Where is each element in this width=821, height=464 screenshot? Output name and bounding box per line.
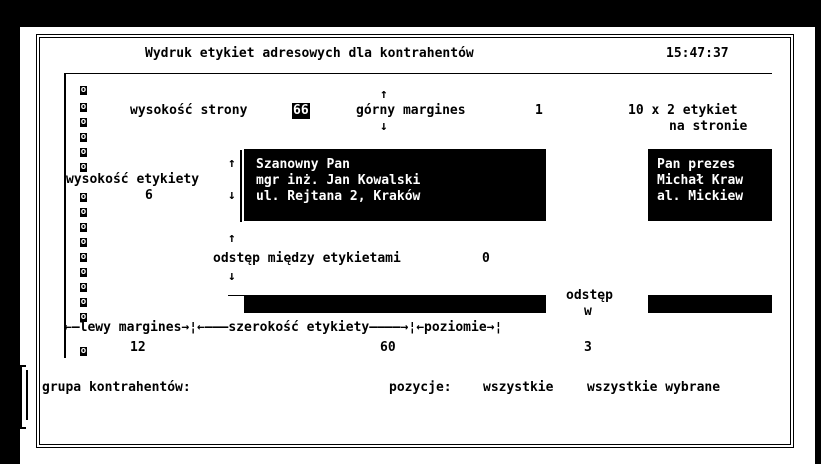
feed-pin: o (80, 102, 87, 112)
label-1-line-1: Szanowny Pan (256, 157, 350, 172)
feed-pin: o (80, 132, 87, 142)
feed-pin: o (80, 222, 87, 232)
label-preview-1: Szanowny Pan mgr inż. Jan Kowalski ul. R… (244, 149, 546, 221)
label-height-bracket (240, 150, 242, 222)
ruler-dimensions: ←—lewy margines→¦←———szerokość etykiety—… (64, 320, 503, 335)
page-height-input[interactable]: 66 (292, 103, 310, 119)
label-preview-3 (244, 295, 546, 313)
horizontal-spacing-input[interactable]: 3 (584, 340, 592, 356)
feed-pin: o (80, 207, 87, 217)
left-margin-input[interactable]: 12 (130, 340, 146, 356)
label-1-line-2: mgr inż. Jan Kowalski (256, 173, 421, 188)
feed-pin: o (80, 192, 87, 202)
top-margin-arrow-down: ↓ (380, 119, 388, 134)
label-2-line-2: Michał Kraw (657, 173, 744, 188)
feed-pin: o (80, 117, 87, 127)
vertical-spacing-arrow-down: ↓ (228, 269, 236, 284)
next-row-left-edge (228, 295, 244, 296)
horizontal-spacing-line2: w (584, 304, 592, 319)
horizontal-spacing-line1: odstęp (566, 288, 613, 303)
window-edge-marker-inner (26, 370, 28, 420)
vertical-spacing-arrow-up: ↑ (228, 231, 236, 246)
page-height-label: wysokość strony (130, 103, 248, 118)
top-margin-arrow-up: ↑ (380, 87, 388, 102)
preview-top-edge (64, 73, 772, 74)
label-height-arrow-up: ↑ (228, 156, 236, 171)
feed-pin: o (80, 147, 87, 157)
option-all[interactable]: wszystkie (483, 380, 553, 396)
label-preview-2: Pan prezes Michał Kraw al. Mickiew (648, 149, 772, 221)
feed-pin: o (80, 237, 87, 247)
items-label: pozycje: (389, 380, 452, 395)
vertical-spacing-input[interactable]: 0 (482, 251, 490, 267)
labels-per-page-line2: na stronie (669, 119, 748, 134)
feed-pin: o (80, 297, 87, 307)
label-width-input[interactable]: 60 (380, 340, 396, 356)
preview-left-edge (64, 73, 66, 358)
label-height-label: wysokość etykiety (66, 172, 200, 187)
label-preview-4 (648, 295, 772, 313)
feed-pin: o (80, 252, 87, 262)
clock-time: 15:47:37 (666, 46, 729, 61)
contractor-group-label: grupa kontrahentów: (42, 380, 191, 395)
label-2-line-3: al. Mickiew (657, 189, 744, 204)
label-1-line-3: ul. Rejtana 2, Kraków (256, 189, 421, 204)
top-margin-label: górny margines (356, 103, 466, 118)
top-margin-input[interactable]: 1 (535, 103, 543, 119)
label-height-arrow-down: ↓ (228, 188, 236, 203)
label-2-line-1: Pan prezes (657, 157, 736, 172)
vertical-spacing-label: odstęp między etykietami (213, 251, 401, 266)
page-title: Wydruk etykiet adresowych dla kontrahent… (145, 46, 474, 61)
feed-pin: o (80, 267, 87, 277)
feed-pin: o (80, 282, 87, 292)
feed-pin: o (80, 346, 87, 356)
label-height-input[interactable]: 6 (145, 188, 153, 204)
feed-pin: o (80, 85, 87, 95)
labels-per-page-line1: 10 x 2 etykiet (628, 103, 738, 118)
feed-pin: o (80, 162, 87, 172)
option-all-selected[interactable]: wszystkie wybrane (587, 380, 720, 396)
